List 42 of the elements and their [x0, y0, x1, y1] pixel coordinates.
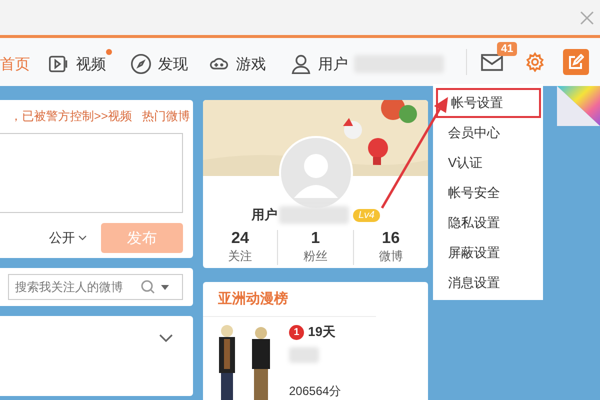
search-icon[interactable]: [141, 280, 155, 294]
dropdown-icon[interactable]: [161, 284, 169, 290]
stat-label[interactable]: 粉丝: [303, 248, 328, 265]
video-icon: [48, 53, 70, 75]
visibility-dropdown[interactable]: 公开: [49, 229, 87, 247]
stat-value: 1: [311, 230, 320, 248]
compass-icon: [130, 53, 152, 75]
menu-item[interactable]: 隐私设置: [433, 208, 543, 238]
menu-item[interactable]: 会员中心: [433, 118, 543, 148]
level-badge: Lv4: [353, 208, 380, 222]
chevron-icon: [78, 235, 87, 241]
menu-item[interactable]: 消息设置: [433, 268, 543, 298]
rank-badge: 1: [289, 324, 304, 340]
mail-icon[interactable]: [481, 52, 503, 72]
nav-item[interactable]: 视频: [48, 49, 112, 75]
message-count: 41: [497, 42, 518, 56]
stat-value: 24: [231, 230, 250, 248]
nav-item[interactable]: 游戏: [208, 49, 272, 75]
chevron-icon[interactable]: [159, 334, 173, 342]
settings-icon[interactable]: [525, 52, 545, 72]
stat-value: 16: [382, 230, 400, 248]
notice-text: ，已被警方控制>>视频: [10, 108, 132, 125]
score-text: 206564分: [289, 383, 342, 400]
days-text: 19天: [308, 323, 336, 341]
stat-label[interactable]: 微博: [378, 248, 403, 265]
close-icon[interactable]: [580, 10, 594, 24]
user-icon: [290, 53, 312, 75]
nav-item[interactable]: 发现: [130, 49, 194, 75]
menu-item[interactable]: V认证: [433, 148, 543, 178]
compose-button[interactable]: [563, 49, 589, 75]
user-name: 用户: [251, 206, 278, 224]
corner-decoration: [557, 86, 600, 126]
menu-item[interactable]: 帐号安全: [433, 178, 543, 208]
nav-item[interactable]: 用户: [290, 49, 450, 75]
redacted-name: [279, 206, 350, 224]
edit-icon: [568, 54, 584, 70]
post-input[interactable]: [0, 133, 183, 213]
menu-item[interactable]: 帐号设置: [436, 88, 541, 118]
redacted-text: [289, 347, 319, 363]
menu-item[interactable]: 屏蔽设置: [433, 238, 543, 268]
search-frame[interactable]: 搜索我关注人的微博: [8, 274, 183, 300]
stat-label[interactable]: 关注: [228, 248, 252, 265]
